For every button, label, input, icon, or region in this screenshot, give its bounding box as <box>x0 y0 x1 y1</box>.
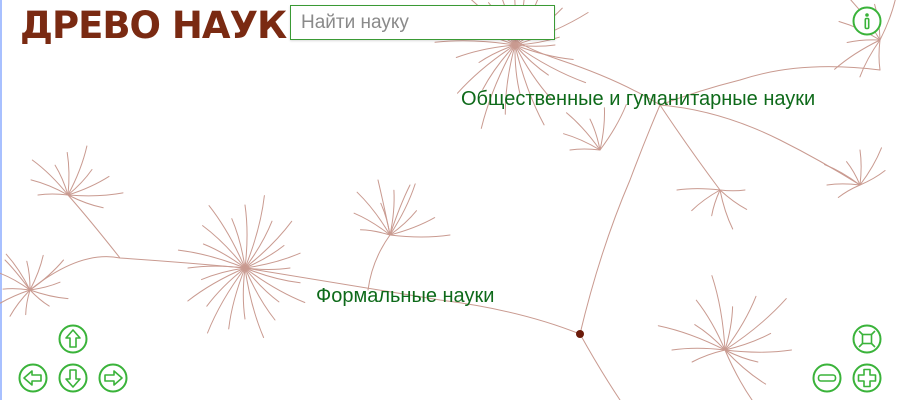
tree-branch <box>0 289 31 304</box>
info-button[interactable] <box>852 6 882 36</box>
tree-branch <box>879 0 896 41</box>
tree-branch <box>724 332 772 351</box>
tree-branch <box>37 193 69 196</box>
arrow-right-icon <box>98 363 128 393</box>
tree-branch <box>514 44 556 47</box>
tree-branch <box>67 192 124 197</box>
tree-branch <box>353 212 391 236</box>
search-input[interactable] <box>290 5 555 40</box>
tree-branch <box>724 349 767 385</box>
tree-branch <box>244 204 248 269</box>
tree-branch <box>859 170 886 186</box>
fit-screen-icon <box>852 324 882 354</box>
tree-branch <box>434 40 516 46</box>
tree-branch <box>846 161 861 186</box>
science-tree-canvas[interactable] <box>0 0 900 400</box>
tree-branch <box>67 145 88 196</box>
tree-branch <box>30 179 69 196</box>
pan-down-button[interactable] <box>58 363 88 393</box>
tree-branch <box>244 220 293 269</box>
tree-branch <box>569 148 601 151</box>
tree-branch <box>659 104 721 191</box>
tree-branch <box>208 205 246 269</box>
tree-branch <box>671 347 726 351</box>
arrow-down-icon <box>58 363 88 393</box>
app-logo: ДРЕВО НАУК <box>20 4 287 47</box>
tree-branch <box>719 189 746 192</box>
tree-branch <box>724 349 792 353</box>
tree-branch <box>377 179 391 236</box>
tree-branch <box>29 289 69 300</box>
tree-branch <box>207 267 246 334</box>
tree-branch <box>691 349 726 363</box>
zoom-in-button[interactable] <box>852 363 882 393</box>
tree-branch <box>694 324 726 351</box>
tree-branch <box>2 288 31 291</box>
pan-right-button[interactable] <box>98 363 128 393</box>
info-icon <box>852 6 882 36</box>
tree-branch <box>29 289 50 307</box>
tree-branch <box>514 44 574 60</box>
branch-label-formal[interactable]: Формальные науки <box>316 285 494 308</box>
branch-label-social-humanities[interactable]: Общественные и гуманитарные науки <box>461 88 815 111</box>
tree-branch <box>187 267 246 302</box>
plus-icon <box>852 363 882 393</box>
tree-branch <box>66 152 70 196</box>
tree-branch <box>724 306 734 351</box>
tree-branch <box>695 299 726 351</box>
pan-up-button[interactable] <box>58 324 88 354</box>
tree-branch <box>724 298 787 351</box>
minus-icon <box>812 363 842 393</box>
tree-branch <box>360 229 391 236</box>
tree-branch <box>834 39 881 70</box>
tree-branch <box>659 104 861 186</box>
root-node[interactable] <box>576 330 584 338</box>
tree-branch <box>242 267 246 320</box>
tree-branch <box>676 188 721 191</box>
fit-screen-button[interactable] <box>852 324 882 354</box>
zoom-out-button[interactable] <box>812 363 842 393</box>
tree-branch <box>228 267 246 330</box>
tree-branch <box>859 149 862 186</box>
tree-branch <box>389 217 436 236</box>
tree-branch <box>206 267 246 307</box>
tree-branch <box>31 159 69 196</box>
tree-branch <box>4 259 31 291</box>
tree-branch <box>457 44 516 94</box>
tree-branch <box>826 183 861 186</box>
tree-branch <box>244 195 265 269</box>
tree-branch <box>54 164 69 196</box>
arrow-up-icon <box>58 324 88 354</box>
arrow-left-icon <box>18 363 48 393</box>
tree-branch <box>837 184 861 198</box>
tree-branch <box>878 39 881 71</box>
tree-branch <box>67 194 121 259</box>
pan-left-button[interactable] <box>18 363 48 393</box>
tree-branch <box>579 333 621 400</box>
tree-branch <box>67 175 110 196</box>
tree-branch <box>599 107 606 151</box>
tree-branch <box>389 234 451 238</box>
tree-branch <box>367 234 391 291</box>
